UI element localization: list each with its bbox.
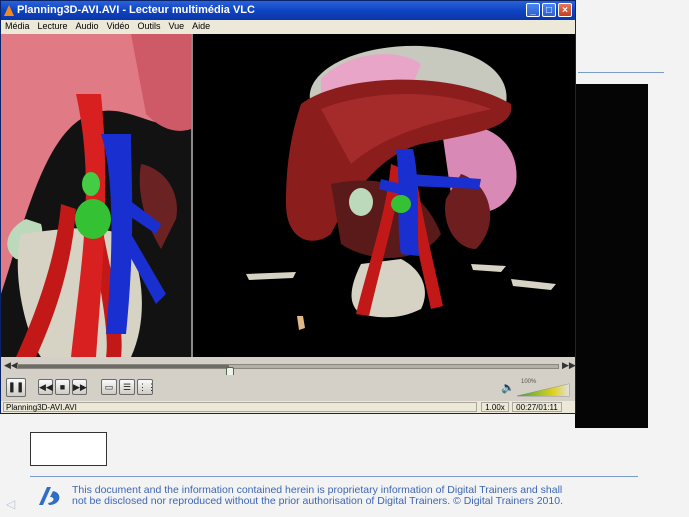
playback-time[interactable]: 00:27/01:11 (512, 402, 562, 412)
control-bar: ❚❚ ◀◀ ■ ▶▶ ▭ ☰ ⋮⋮ 🔈 100% (1, 375, 575, 401)
footer-disclaimer: This document and the information contai… (72, 485, 632, 507)
title-bar[interactable]: Planning3D-AVI.AVI - Lecteur multimédia … (1, 1, 575, 20)
pause-button[interactable]: ❚❚ (6, 378, 26, 397)
fullscreen-button[interactable]: ▭ (101, 379, 117, 395)
extended-settings-button[interactable]: ⋮⋮ (137, 379, 156, 395)
background-divider-line (578, 72, 664, 73)
back-arrow-icon[interactable]: ◁ (6, 497, 15, 511)
left-anatomy-view (1, 34, 191, 357)
vlc-cone-icon (4, 5, 14, 16)
speaker-icon[interactable]: 🔈 (501, 381, 515, 394)
menu-vue[interactable]: Vue (164, 20, 188, 31)
footer-divider (30, 476, 638, 477)
background-dark-panel (575, 84, 648, 428)
minimize-button[interactable]: _ (526, 3, 540, 17)
previous-button[interactable]: ◀◀ (38, 379, 53, 395)
menu-bar: Média Lecture Audio Vidéo Outils Vue Aide (1, 20, 575, 34)
menu-aide[interactable]: Aide (188, 20, 214, 31)
close-button[interactable]: × (558, 3, 572, 17)
maximize-button[interactable]: □ (542, 3, 556, 17)
seek-track[interactable] (17, 364, 559, 381)
footer-line-2: not be disclosed nor reproduced without … (72, 495, 563, 507)
seek-forward-icon[interactable]: ▶▶ (562, 360, 576, 371)
playlist-button[interactable]: ☰ (119, 379, 135, 395)
volume-slider[interactable]: 100% (515, 379, 571, 397)
vlc-window: Planning3D-AVI.AVI - Lecteur multimédia … (0, 0, 576, 414)
status-filename: Planning3D-AVI.AVI (3, 402, 477, 412)
menu-video[interactable]: Vidéo (103, 20, 134, 31)
seek-fill (18, 365, 229, 368)
window-title: Planning3D-AVI.AVI - Lecteur multimédia … (17, 4, 255, 16)
digital-trainers-logo (39, 487, 60, 505)
stop-button[interactable]: ■ (55, 379, 70, 395)
playback-speed[interactable]: 1.00x (481, 402, 509, 412)
seek-bar[interactable]: ◀◀ ▶▶ (1, 357, 576, 381)
menu-media[interactable]: Média (1, 20, 34, 31)
volume-percent: 100% (521, 379, 537, 385)
background-empty-box (30, 432, 107, 466)
menu-lecture[interactable]: Lecture (34, 20, 72, 31)
menu-audio[interactable]: Audio (72, 20, 103, 31)
next-button[interactable]: ▶▶ (72, 379, 87, 395)
status-bar: Planning3D-AVI.AVI 1.00x 00:27/01:11 (1, 401, 575, 413)
video-area[interactable] (1, 34, 575, 357)
seek-back-icon[interactable]: ◀◀ (4, 360, 18, 371)
video-frame (1, 34, 556, 357)
right-anatomy-view (246, 45, 556, 330)
menu-outils[interactable]: Outils (133, 20, 164, 31)
